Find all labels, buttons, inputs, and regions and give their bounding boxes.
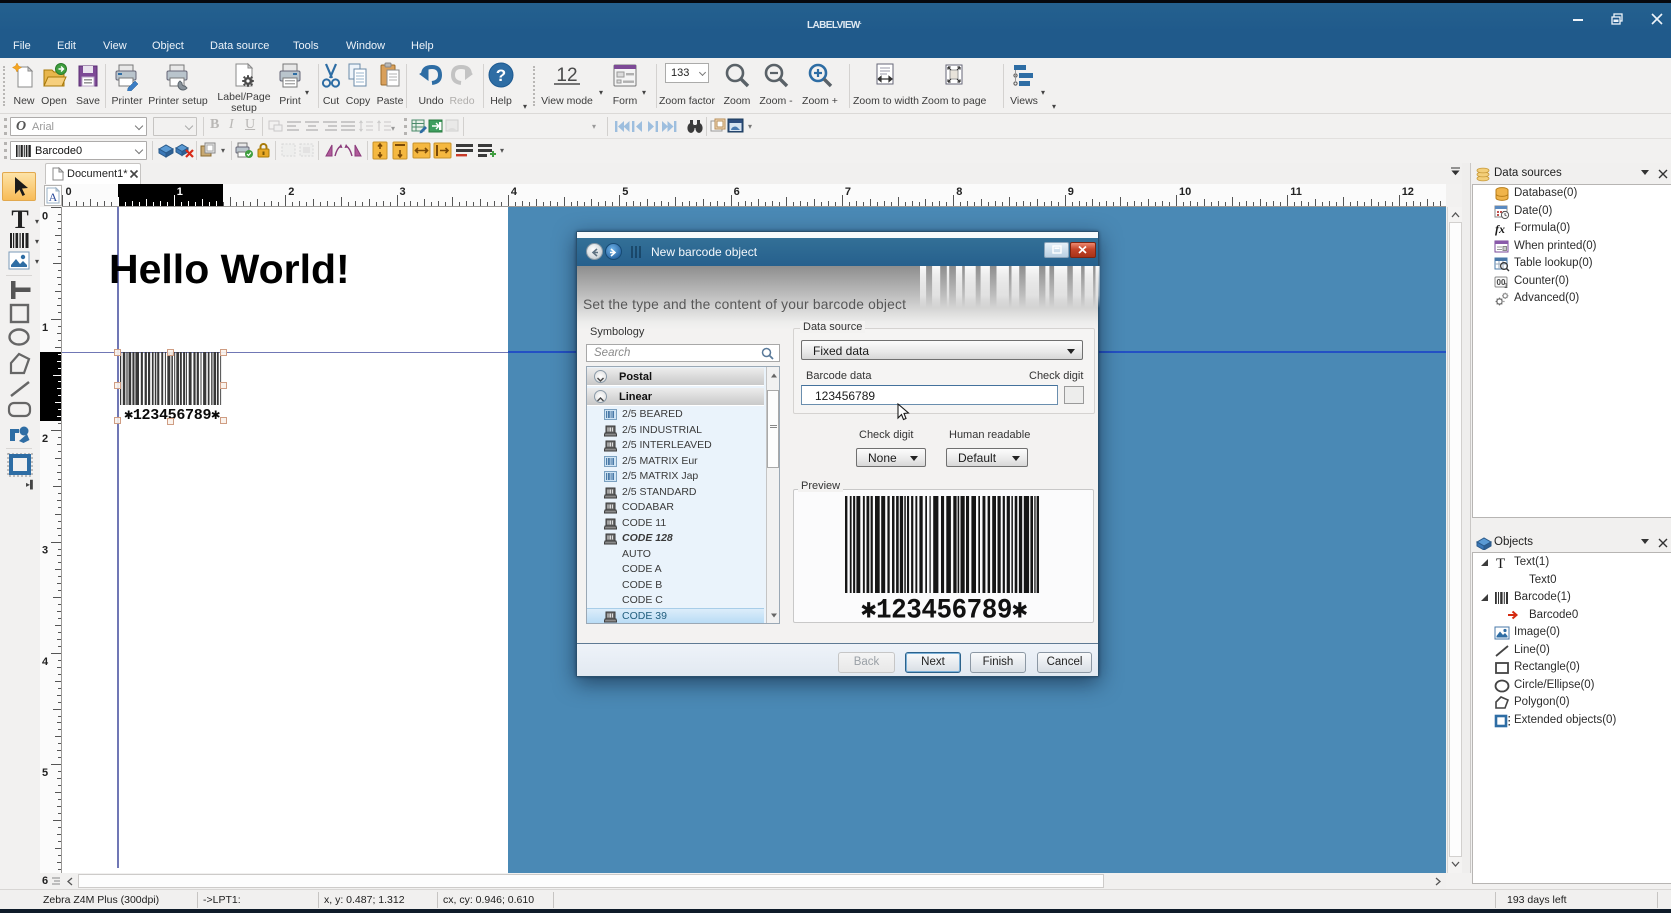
svg-text:2: 2 bbox=[288, 186, 294, 198]
svg-text:12: 12 bbox=[556, 65, 577, 86]
svg-text:1: 1 bbox=[42, 322, 48, 334]
svg-text:7: 7 bbox=[845, 186, 851, 198]
svg-text:A: A bbox=[49, 190, 58, 204]
svg-text:4: 4 bbox=[42, 656, 49, 668]
svg-text:0: 0 bbox=[66, 186, 72, 198]
svg-text:2: 2 bbox=[42, 433, 48, 445]
svg-text:3: 3 bbox=[42, 545, 48, 557]
svg-text:T: T bbox=[1496, 556, 1505, 571]
svg-text:0: 0 bbox=[42, 211, 48, 223]
svg-text:11: 11 bbox=[1290, 186, 1302, 198]
svg-text:3: 3 bbox=[400, 186, 406, 198]
svg-text:5: 5 bbox=[622, 186, 628, 198]
svg-text:8: 8 bbox=[956, 186, 962, 198]
svg-text:10: 10 bbox=[1179, 186, 1191, 198]
svg-text:1: 1 bbox=[1504, 283, 1508, 290]
svg-text:4: 4 bbox=[511, 186, 518, 198]
svg-text:1: 1 bbox=[177, 186, 183, 198]
svg-text:5: 5 bbox=[42, 767, 48, 779]
svg-text:?: ? bbox=[496, 66, 506, 85]
svg-text:6: 6 bbox=[734, 186, 740, 198]
svg-text:12: 12 bbox=[1402, 186, 1414, 198]
svg-text:9: 9 bbox=[1068, 186, 1074, 198]
svg-text:fx: fx bbox=[1495, 222, 1505, 236]
